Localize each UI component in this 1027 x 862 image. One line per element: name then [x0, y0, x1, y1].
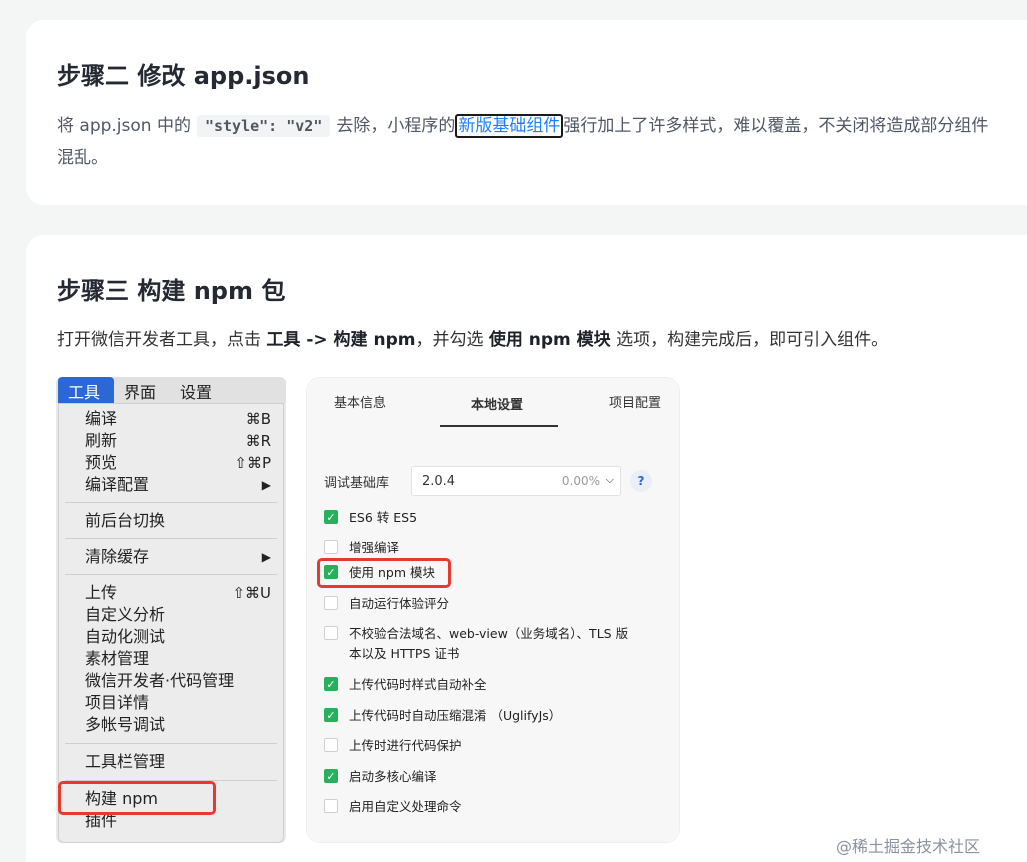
- tab-local-settings[interactable]: 本地设置: [471, 394, 523, 413]
- menubar-interface[interactable]: 界面: [124, 379, 156, 403]
- step3-text-2: ，并勾选: [415, 330, 489, 350]
- menu-item-multi-account-debug[interactable]: 多帐号调试: [85, 714, 165, 736]
- menubar: 工具 界面 设置: [56, 377, 286, 403]
- menu-item-automation-test[interactable]: 自动化测试: [85, 626, 165, 648]
- step2-paragraph: 将 app.json 中的 "style": "v2" 去除，小程序的 新版基础组件强…: [57, 110, 988, 142]
- checkbox-checked-icon[interactable]: ✓: [324, 708, 338, 722]
- debug-library-percent: 0.00%: [561, 474, 600, 488]
- option-label: 上传时进行代码保护: [349, 738, 462, 753]
- tools-dropdown: 编译 ⌘B 刷新 ⌘R 预览 ⇧⌘P 编译配置 ▶ 前后台切换 清除缓存 ▶ 上…: [58, 403, 284, 843]
- watermark: @稀土掘金技术社区: [836, 837, 981, 856]
- menu-item-preview[interactable]: 预览: [85, 452, 117, 474]
- option-label: 启动多核心编译: [349, 769, 437, 784]
- option-label: 增强编译: [349, 540, 400, 555]
- local-settings-screenshot: 基本信息 本地设置 项目配置 调试基础库 2.0.4 0.00% ⌵ ? ✓ E…: [306, 377, 680, 843]
- inline-code: "style": "v2": [196, 115, 331, 137]
- step3-bold-tools: 工具 -> 构建 npm: [266, 330, 416, 350]
- checkbox-checked-icon[interactable]: ✓: [324, 769, 338, 783]
- option-label: ES6 转 ES5: [349, 510, 418, 525]
- option-label: 上传代码时样式自动补全: [349, 677, 487, 692]
- shortcut-upload: ⇧⌘U: [232, 584, 271, 602]
- checkbox-unchecked-icon[interactable]: [324, 540, 338, 554]
- chevron-down-icon: ⌵: [605, 473, 614, 486]
- checkbox-unchecked-icon[interactable]: [324, 799, 338, 813]
- tab-basic-info[interactable]: 基本信息: [334, 392, 386, 411]
- menubar-settings[interactable]: 设置: [180, 379, 212, 403]
- step2-text-post: 强行加上了许多样式，难以覆盖，不关闭将造成部分组件: [563, 116, 989, 136]
- step2-heading: 步骤二 修改 app.json: [57, 62, 310, 90]
- menu-item-refresh[interactable]: 刷新: [85, 430, 117, 452]
- menubar-tools[interactable]: 工具: [58, 377, 114, 403]
- debug-library-label: 调试基础库: [324, 476, 390, 491]
- checkbox-unchecked-icon[interactable]: [324, 596, 338, 610]
- option-label: 上传代码时自动压缩混淆 （UglifyJs）: [349, 708, 562, 723]
- menu-separator: [65, 538, 277, 539]
- checkbox-unchecked-icon[interactable]: [324, 738, 338, 752]
- menu-item-compile-config[interactable]: 编译配置: [85, 474, 149, 496]
- submenu-arrow-icon: ▶: [261, 550, 271, 564]
- tab-project-config[interactable]: 项目配置: [609, 392, 661, 411]
- new-components-link[interactable]: 新版基础组件: [455, 114, 564, 138]
- debug-library-version: 2.0.4: [422, 474, 456, 489]
- submenu-arrow-icon: ▶: [261, 478, 271, 492]
- checkbox-checked-icon[interactable]: ✓: [324, 510, 338, 524]
- menu-item-switch-foreground[interactable]: 前后台切换: [85, 510, 165, 532]
- menu-item-compile[interactable]: 编译: [85, 408, 117, 430]
- menu-item-project-details[interactable]: 项目详情: [85, 692, 149, 714]
- menu-item-toolbar-management[interactable]: 工具栏管理: [85, 751, 165, 773]
- option-label: 不校验合法域名、web-view（业务域名）、TLS 版: [349, 626, 629, 641]
- step2-text-mid: 去除，小程序的: [336, 116, 456, 136]
- menu-separator: [65, 502, 277, 503]
- menu-item-code-management[interactable]: 微信开发者·代码管理: [85, 670, 234, 692]
- step3-heading: 步骤三 构建 npm 包: [57, 277, 286, 305]
- step2-paragraph-line2: 混乱。: [57, 148, 108, 168]
- shortcut-refresh: ⌘R: [245, 432, 271, 450]
- step2-text-pre: 将 app.json 中的: [57, 116, 191, 136]
- tools-menu-screenshot: 工具 界面 设置 编译 ⌘B 刷新 ⌘R 预览 ⇧⌘P 编译配置 ▶ 前后台切换…: [56, 377, 286, 843]
- build-npm-highlight-box: [58, 781, 216, 815]
- shortcut-preview: ⇧⌘P: [234, 454, 271, 472]
- step2-card: 步骤二 修改 app.json 将 app.json 中的 "style": "v…: [26, 20, 1027, 205]
- menu-separator: [65, 574, 277, 575]
- settings-tabs: 基本信息 本地设置 项目配置: [307, 378, 679, 428]
- option-label-line2: 本以及 HTTPS 证书: [349, 646, 460, 661]
- step3-card: 步骤三 构建 npm 包 打开微信开发者工具，点击 工具 -> 构建 npm，并…: [26, 235, 1027, 862]
- option-label: 自动运行体验评分: [349, 596, 450, 611]
- menu-separator: [65, 743, 277, 744]
- shortcut-compile: ⌘B: [245, 410, 271, 428]
- menu-item-upload[interactable]: 上传: [85, 582, 117, 604]
- step3-bold-npm: 使用 npm 模块: [488, 330, 611, 350]
- active-tab-indicator: [440, 425, 558, 427]
- menu-item-clear-cache[interactable]: 清除缓存: [85, 546, 149, 568]
- menu-item-custom-analysis[interactable]: 自定义分析: [85, 604, 165, 626]
- help-icon[interactable]: ?: [630, 470, 652, 492]
- menu-item-asset-management[interactable]: 素材管理: [85, 648, 149, 670]
- checkbox-unchecked-icon[interactable]: [324, 626, 338, 640]
- use-npm-highlight-box: [317, 558, 451, 588]
- checkbox-checked-icon[interactable]: ✓: [324, 677, 338, 691]
- step3-text-3: 选项，构建完成后，即可引入组件。: [610, 330, 889, 350]
- settings-body: 调试基础库 2.0.4 0.00% ⌵ ? ✓ ES6 转 ES5 增强编译 ✓…: [307, 428, 679, 842]
- step3-text-1: 打开微信开发者工具，点击: [57, 330, 267, 350]
- debug-library-select[interactable]: 2.0.4 0.00% ⌵: [411, 466, 621, 496]
- option-label: 启用自定义处理命令: [349, 799, 462, 814]
- step3-paragraph: 打开微信开发者工具，点击 工具 -> 构建 npm，并勾选 使用 npm 模块 …: [57, 324, 888, 356]
